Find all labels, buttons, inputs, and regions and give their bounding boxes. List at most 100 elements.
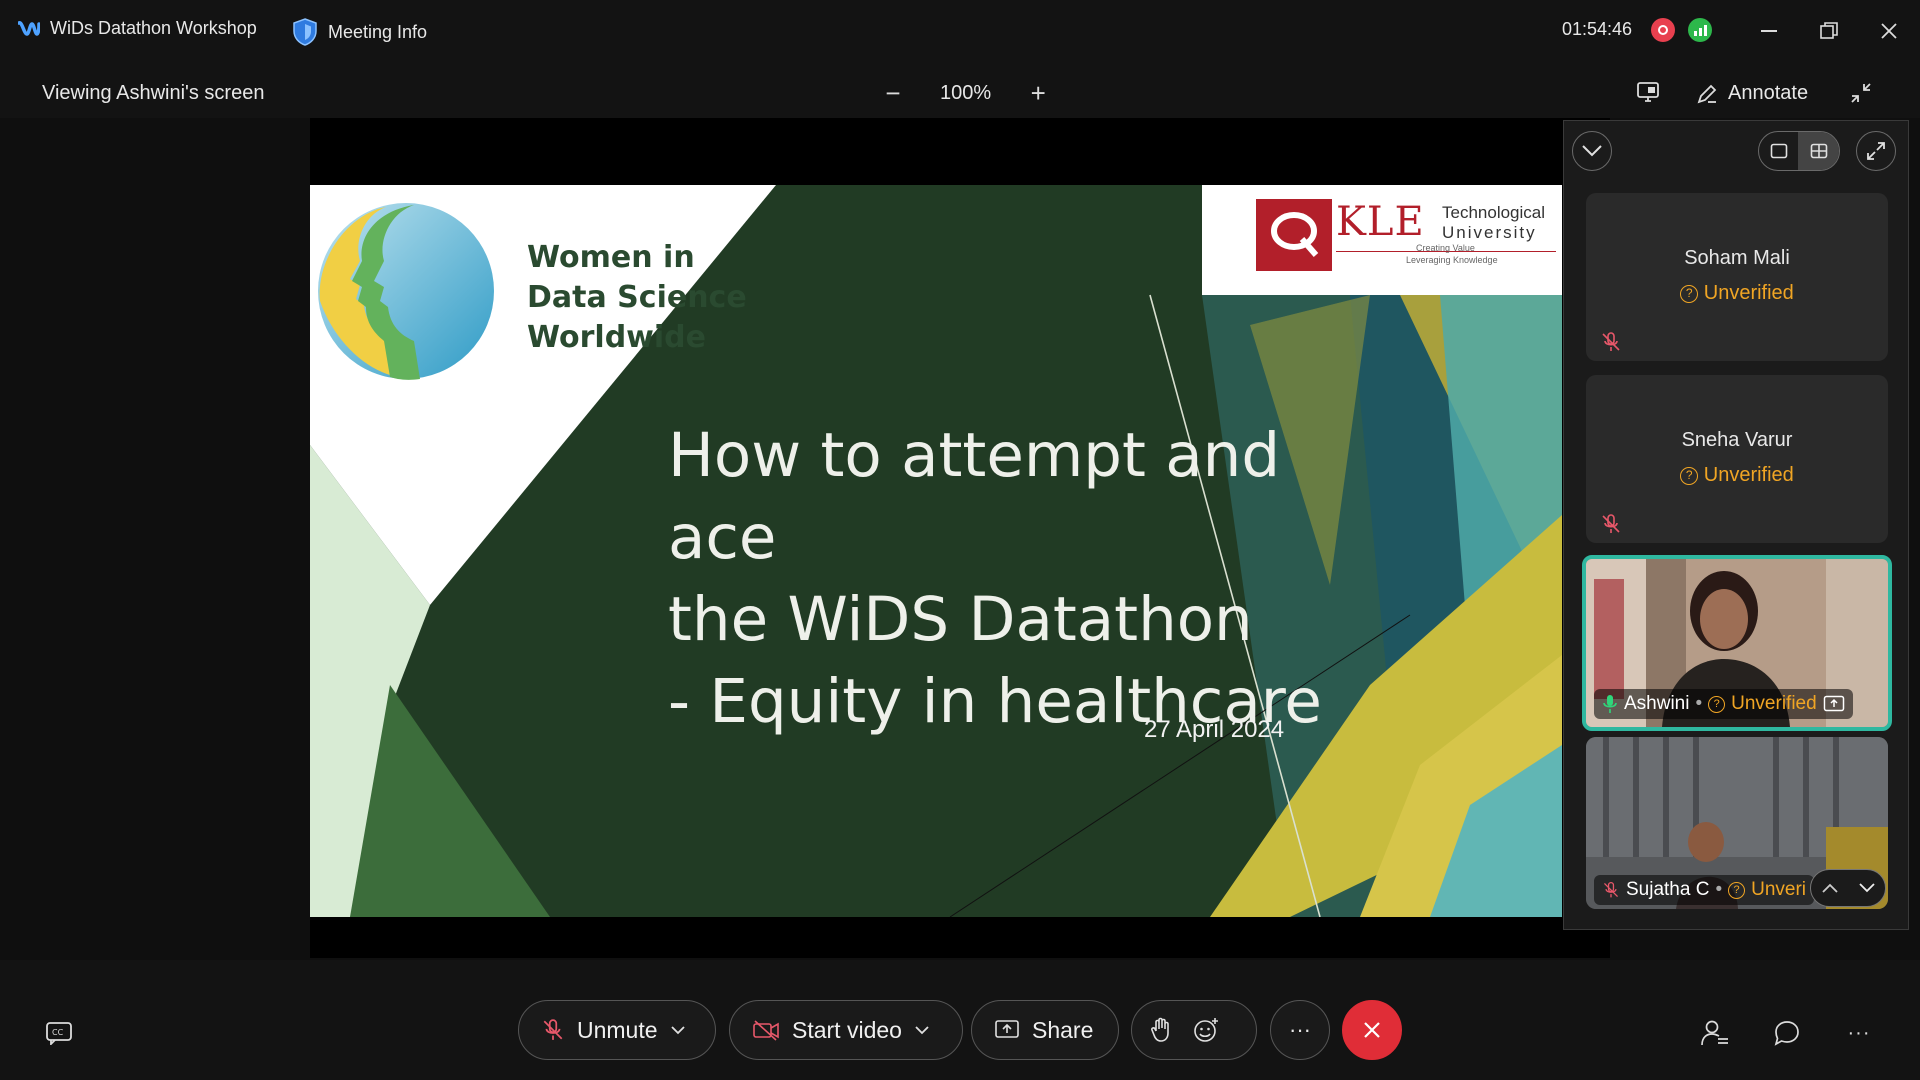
muted-mic-icon <box>1602 332 1620 351</box>
participant-status: Unverified <box>1731 693 1817 714</box>
reactions-group <box>1131 1000 1257 1060</box>
slide-date: 27 April 2024 <box>1144 716 1285 743</box>
slide-title: How to attempt and ace the WiDS Datathon… <box>668 415 1388 743</box>
participant-label: Sujatha C • ? Unveri <box>1594 875 1815 905</box>
chevron-down-icon[interactable] <box>670 1025 686 1035</box>
wids-wordmark: Women in Data Science Worldwide <box>527 238 747 358</box>
raise-hand-icon[interactable] <box>1150 1017 1172 1043</box>
meeting-info-button[interactable]: Meeting Info <box>292 18 427 46</box>
more-options-button[interactable]: ··· <box>1270 1000 1330 1060</box>
kle-tagline-2: Leveraging Knowledge <box>1406 255 1498 265</box>
participant-status: Unverified <box>1703 282 1794 304</box>
annotate-button[interactable]: Annotate <box>1696 82 1808 105</box>
title-bar: WiDs Datathon Workshop Meeting Info 01:5… <box>0 0 1920 60</box>
share-label: Share <box>1032 1016 1094 1043</box>
more-panels-icon[interactable]: ··· <box>1842 1016 1876 1050</box>
video-off-icon <box>753 1020 779 1041</box>
slide-title-line-1: How to attempt and ace <box>668 420 1281 573</box>
participant-name: Soham Mali <box>1684 247 1790 269</box>
share-button[interactable]: Share <box>971 1000 1119 1060</box>
sharing-screen-icon <box>1823 695 1844 712</box>
chat-icon[interactable] <box>1770 1016 1804 1050</box>
participants-icon[interactable] <box>1698 1016 1732 1050</box>
shield-icon <box>293 18 317 46</box>
info-icon: ? <box>1708 695 1726 713</box>
share-screen-icon <box>995 1020 1019 1038</box>
kle-name: KLE <box>1336 199 1425 245</box>
unverified-badge: ? Unverified <box>1586 282 1888 305</box>
captions-icon[interactable]: CC <box>42 1016 76 1050</box>
meeting-controls-bar: CC Unmute Start video Share ··· ··· <box>0 960 1920 1080</box>
expand-panel-button[interactable] <box>1856 131 1896 171</box>
participant-tile[interactable]: Sneha Varur ? Unverified <box>1586 375 1888 543</box>
mic-active-icon <box>1603 695 1617 713</box>
close-icon <box>1364 1022 1380 1038</box>
info-icon: ? <box>1680 285 1699 303</box>
close-icon[interactable] <box>1872 14 1906 48</box>
kle-logo: KLE Technological University Creating Va… <box>1202 185 1562 295</box>
share-toolbar: Viewing Ashwini's screen − 100% + Annota… <box>0 60 1920 118</box>
expand-icon <box>1867 142 1885 160</box>
info-icon: ? <box>1728 881 1746 899</box>
scroll-controls <box>1810 869 1886 907</box>
chevron-down-icon[interactable] <box>1858 882 1876 894</box>
unverified-badge: ? Unverified <box>1586 464 1888 487</box>
single-view-button[interactable] <box>1759 132 1798 170</box>
collapse-panel-button[interactable] <box>1572 131 1612 171</box>
more-label: ··· <box>1289 1017 1311 1042</box>
start-video-label: Start video <box>792 1016 902 1043</box>
minimize-icon[interactable] <box>1752 14 1786 48</box>
unmute-button[interactable]: Unmute <box>518 1000 716 1060</box>
single-view-icon <box>1770 143 1787 159</box>
webex-logo-icon <box>18 20 40 36</box>
presentation-slide: Women in Data Science Worldwide KLE Tech… <box>310 185 1562 917</box>
grid-view-button[interactable] <box>1798 132 1839 170</box>
muted-mic-icon <box>1603 881 1619 898</box>
meeting-timer: 01:54:46 <box>1562 19 1633 39</box>
zoom-out-button[interactable]: − <box>880 80 906 106</box>
restore-icon[interactable] <box>1812 14 1846 48</box>
chevron-down-icon[interactable] <box>914 1025 930 1035</box>
muted-mic-icon <box>543 1019 563 1040</box>
participant-name: Sujatha C <box>1626 879 1710 900</box>
grid-view-icon <box>1810 143 1827 159</box>
recording-icon[interactable] <box>1651 18 1675 42</box>
start-video-button[interactable]: Start video <box>729 1000 963 1060</box>
slide-title-line-2: the WiDS Datathon <box>668 584 1253 655</box>
meeting-title: WiDs Datathon Workshop <box>50 18 257 38</box>
participant-status: Unveri <box>1751 879 1807 900</box>
participant-name: Sneha Varur <box>1681 429 1793 451</box>
participants-panel: Soham Mali ? Unverified Sneha Varur ? Un… <box>1563 120 1909 930</box>
kle-tagline-1: Creating Value <box>1416 243 1475 253</box>
wids-logo-icon <box>318 203 494 380</box>
app-title: WiDs Datathon Workshop <box>18 18 257 39</box>
meeting-info-label: Meeting Info <box>328 21 428 42</box>
chevron-down-icon <box>1582 145 1602 157</box>
participant-status: Unverified <box>1703 464 1794 486</box>
muted-mic-icon <box>1602 514 1620 533</box>
svg-text:CC: CC <box>52 1028 64 1037</box>
wids-line-1: Women in <box>527 240 695 275</box>
chevron-up-icon[interactable] <box>1821 882 1839 894</box>
kle-tech-text: Technological <box>1442 203 1546 222</box>
layout-toggle <box>1758 131 1840 171</box>
zoom-controls: − 100% + <box>880 80 1051 106</box>
reactions-icon[interactable] <box>1192 1016 1220 1044</box>
zoom-in-button[interactable]: + <box>1025 80 1051 106</box>
view-options-icon[interactable] <box>1636 80 1662 109</box>
kle-emblem-icon <box>1256 199 1332 271</box>
unmute-label: Unmute <box>577 1016 658 1043</box>
participant-label: Ashwini • ? Unverified <box>1594 689 1853 719</box>
wids-line-2: Data Science <box>527 280 747 315</box>
viewing-label: Viewing Ashwini's screen <box>42 82 265 104</box>
participant-tile[interactable]: Soham Mali ? Unverified <box>1586 193 1888 361</box>
info-icon: ? <box>1680 467 1699 485</box>
participant-tile-active[interactable]: Ashwini • ? Unverified <box>1582 555 1892 731</box>
wids-line-3: Worldwide <box>527 320 707 355</box>
exit-fullscreen-icon[interactable] <box>1850 82 1872 109</box>
leave-meeting-button[interactable] <box>1342 1000 1402 1060</box>
zoom-level: 100% <box>940 81 992 104</box>
network-signal-icon[interactable] <box>1688 18 1712 42</box>
participant-tile[interactable]: Sujatha C • ? Unveri <box>1586 737 1888 909</box>
annotate-label: Annotate <box>1728 82 1809 104</box>
